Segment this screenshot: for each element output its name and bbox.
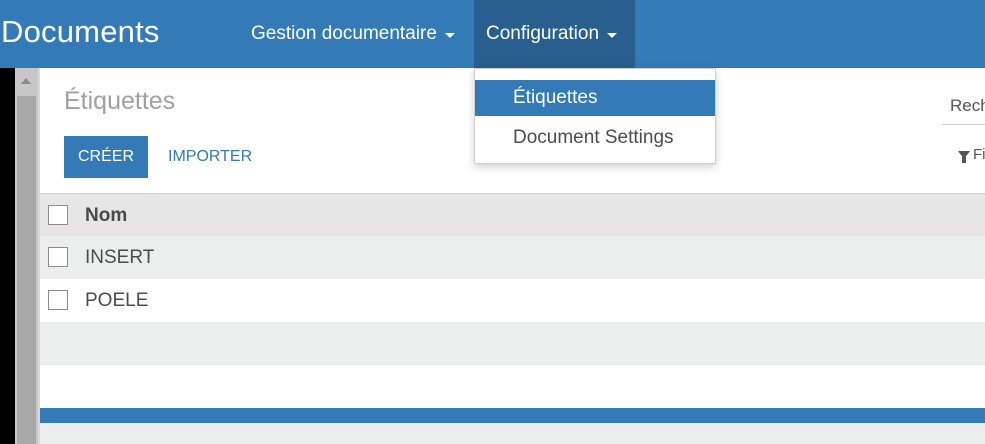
filters-label: Filtres [973, 146, 985, 163]
empty-row [40, 365, 985, 408]
select-all-checkbox[interactable] [48, 205, 68, 225]
top-navbar: Documents Gestion documentaire Configura… [0, 0, 985, 68]
configuration-dropdown-menu: Étiquettes Document Settings [474, 68, 716, 164]
table-header: Nom [40, 193, 985, 237]
menu-item-etiquettes[interactable]: Étiquettes [475, 80, 715, 116]
menu-item-document-settings[interactable]: Document Settings [475, 120, 715, 156]
nav-menu-label: Gestion documentaire [251, 23, 437, 44]
window-edge [0, 68, 15, 444]
scroll-thumb[interactable] [17, 96, 36, 444]
caret-down-icon [444, 32, 455, 38]
table-footer [40, 423, 985, 444]
nav-menu-gestion-documentaire[interactable]: Gestion documentaire [239, 0, 467, 68]
page-title: Étiquettes [64, 87, 176, 115]
create-button[interactable]: CRÉER [64, 136, 148, 178]
nav-menu-label: Configuration [486, 23, 600, 44]
filter-icon [958, 150, 970, 163]
app-title[interactable]: Documents [1, 14, 160, 50]
row-name-cell[interactable]: INSERT [85, 247, 154, 269]
filters-button[interactable]: Filtres [958, 146, 985, 163]
vertical-scrollbar[interactable] [15, 68, 38, 444]
column-header-name[interactable]: Nom [85, 205, 127, 227]
row-name-cell[interactable]: POELE [85, 290, 148, 312]
row-checkbox[interactable] [48, 247, 68, 267]
import-button[interactable]: IMPORTER [168, 136, 252, 178]
row-checkbox[interactable] [48, 290, 68, 310]
search-input[interactable] [942, 88, 985, 125]
nav-menu-configuration[interactable]: Configuration [474, 0, 635, 68]
table-row[interactable]: INSERT [40, 236, 985, 279]
caret-down-icon [607, 32, 618, 38]
table-footer-bar [40, 408, 985, 423]
empty-row [40, 322, 985, 365]
table-row[interactable]: POELE [40, 279, 985, 322]
scroll-up-arrow-icon[interactable] [21, 78, 31, 84]
